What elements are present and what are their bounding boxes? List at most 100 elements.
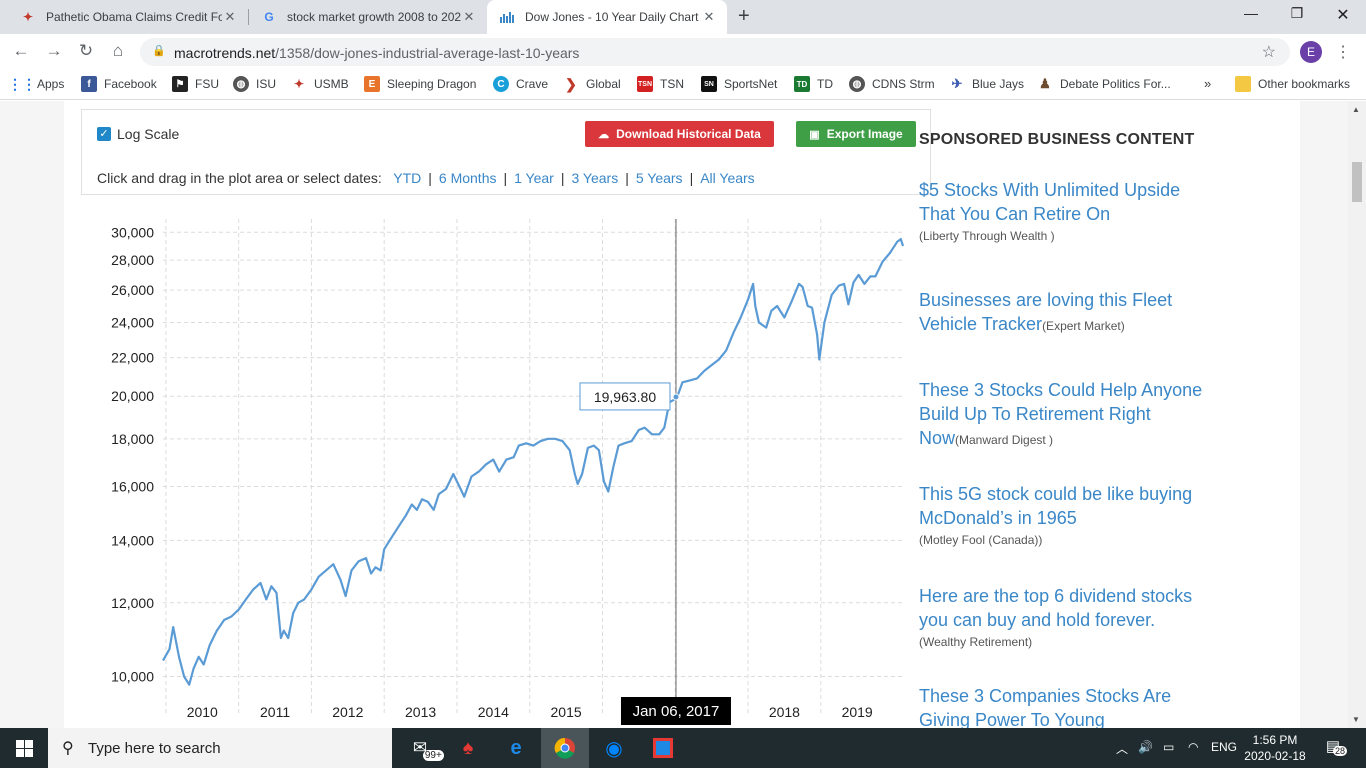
ad-source: (Liberty Through Wealth ) [919,229,1055,243]
restore-icon[interactable]: ❐ [1274,5,1320,22]
x-tick-label: 2019 [842,704,873,720]
sponsored-ad[interactable]: Here are the top 6 dividend stocks you c… [919,584,1204,649]
bookmark-sportsnet[interactable]: SN SportsNet [701,76,777,92]
taskbar-clock[interactable]: 1:56 PM 2020-02-18 [1240,732,1310,764]
bookmark-sleeping-dragon[interactable]: E Sleeping Dragon [364,76,476,92]
bookmark-label: Global [586,77,621,91]
bookmark-tsn[interactable]: TSN TSN [637,76,684,92]
range-1-year-link[interactable]: 1 Year [514,170,554,186]
y-tick-label: 24,000 [111,314,154,330]
dow-jones-series-line[interactable] [162,238,905,686]
range-3-years-link[interactable]: 3 Years [571,170,618,186]
back-icon[interactable]: ← [10,41,32,61]
ad-title[interactable]: Here are the top 6 dividend stocks you c… [919,586,1192,630]
y-tick-label: 14,000 [111,532,154,548]
scroll-up-icon[interactable]: ▲ [1352,105,1360,114]
range-all-years-link[interactable]: All Years [700,170,754,186]
volume-icon[interactable]: 🔊 [1138,740,1153,754]
browser-toolbar: ← → ↻ ⌂ 🔒 macrotrends.net/1358/dow-jones… [0,34,1366,70]
tab-google-search[interactable]: G stock market growth 2008 to 202 ✕ [249,0,487,34]
sponsored-ad[interactable]: These 3 Companies Stocks Are Giving Powe… [919,684,1204,728]
y-tick-label: 26,000 [111,282,154,298]
bookmark-label: Apps [37,77,65,91]
tab-obama[interactable]: ✦ Pathetic Obama Claims Credit Fo ✕ [8,0,248,34]
bookmark-other[interactable]: Other bookmarks [1235,76,1350,92]
export-image-button[interactable]: ▣ Export Image [796,121,916,147]
close-tab-icon[interactable]: ✕ [461,9,477,25]
tsn-icon: TSN [637,76,653,92]
download-historical-data-button[interactable]: ☁ Download Historical Data [585,121,774,147]
tab-dow-jones[interactable]: Dow Jones - 10 Year Daily Chart | ✕ [487,0,727,34]
action-center-icon[interactable]: ▤ 28 [1322,737,1348,759]
bookmark-fsu[interactable]: ⚑ FSU [172,76,219,92]
sponsored-ad[interactable]: $5 Stocks With Unlimited Upside That You… [919,178,1204,243]
sponsored-ad[interactable]: This 5G stock could be like buying McDon… [919,482,1204,547]
tab-title: Pathetic Obama Claims Credit Fo [46,10,222,24]
profile-avatar[interactable]: E [1300,41,1322,63]
photo-app-icon[interactable] [639,728,687,768]
chart-svg[interactable]: 10,000 12,000 14,000 16,000 18,000 20,000 22,0… [81,211,941,728]
ad-title[interactable]: These 3 Companies Stocks Are Giving Powe… [919,686,1171,728]
bookmark-facebook[interactable]: f Facebook [81,76,157,92]
minimize-icon[interactable]: — [1228,5,1274,21]
reload-icon[interactable]: ↻ [75,41,97,61]
bookmark-global[interactable]: ❯ Global [563,76,621,92]
start-button[interactable] [0,728,48,768]
poker-app-icon[interactable]: ♠ [444,728,492,768]
ad-title[interactable]: This 5G stock could be like buying McDon… [919,484,1192,528]
y-tick-label: 18,000 [111,431,154,447]
scroll-down-icon[interactable]: ▼ [1352,715,1360,724]
edge-browser-icon[interactable]: e [492,728,540,768]
sponsored-sidebar: SPONSORED BUSINESS CONTENT $5 Stocks Wit… [919,101,1219,728]
log-scale-checkbox[interactable]: ✓ [97,127,111,141]
messenger-app-icon[interactable]: ◉ [590,728,638,768]
crosshair-point [672,393,680,401]
battery-icon[interactable]: ▭ [1163,740,1174,754]
range-ytd-link[interactable]: YTD [393,170,421,186]
scroll-thumb[interactable] [1352,162,1362,202]
mail-app-icon[interactable]: ✉ 99+ [396,728,444,768]
tab-strip: ✦ Pathetic Obama Claims Credit Fo ✕ G st… [0,0,1366,34]
debate-politics-icon: ♟ [1039,76,1051,91]
bookmark-apps[interactable]: ⋮⋮ Apps [8,76,65,92]
folder-icon [1235,76,1251,92]
new-tab-icon[interactable]: + [738,5,750,28]
browser-menu-icon[interactable]: ⋮ [1335,42,1351,62]
language-indicator[interactable]: ENG [1211,740,1237,754]
windows-logo-icon [15,739,33,757]
taskbar-search[interactable]: ⚲ Type here to search [48,728,392,768]
range-5-years-link[interactable]: 5 Years [636,170,683,186]
address-bar[interactable]: 🔒 macrotrends.net/1358/dow-jones-industr… [140,38,1290,66]
dow-jones-chart[interactable]: 10,000 12,000 14,000 16,000 18,000 20,000 22,0… [81,211,941,728]
tray-chevron-icon[interactable]: ︿ [1116,740,1128,757]
sponsored-ad[interactable]: Businesses are loving this Fleet Vehicle… [919,288,1204,336]
bookmark-cdns-strm[interactable]: ◍ CDNS Strm [849,76,935,92]
forward-icon[interactable]: → [43,41,65,61]
google-favicon-icon: G [264,10,274,24]
chrome-browser-icon[interactable] [541,728,589,768]
bookmark-crave[interactable]: C Crave [493,76,548,92]
global-icon: ❯ [565,75,577,92]
page-scrollbar[interactable]: ▲ ▼ [1348,101,1366,728]
bookmark-star-icon[interactable]: ☆ [1262,42,1276,62]
wifi-icon[interactable]: ◠ [1188,740,1198,754]
home-icon[interactable]: ⌂ [107,41,129,61]
export-label: Export Image [826,127,903,141]
sponsored-ad[interactable]: These 3 Stocks Could Help Anyone Build U… [919,378,1204,450]
bookmark-td[interactable]: TD TD [794,76,833,92]
ad-title[interactable]: $5 Stocks With Unlimited Upside That You… [919,180,1180,224]
range-6-months-link[interactable]: 6 Months [439,170,497,186]
bookmark-blue-jays[interactable]: ✈ Blue Jays [949,76,1024,92]
tab-title: stock market growth 2008 to 202 [287,10,461,24]
bookmark-label: Crave [516,77,549,91]
close-tab-icon[interactable]: ✕ [222,9,238,25]
close-tab-icon[interactable]: ✕ [701,9,717,25]
bookmark-debate-politics[interactable]: ♟ Debate Politics For... [1037,76,1171,92]
log-scale-label[interactable]: Log Scale [117,126,179,142]
url-host: macrotrends.net [174,45,276,61]
bookmark-label: SportsNet [724,77,778,91]
bookmarks-overflow[interactable]: » [1204,76,1211,91]
close-window-icon[interactable]: ✕ [1320,5,1366,25]
bookmark-isu[interactable]: ◍ ISU [233,76,276,92]
bookmark-usmb[interactable]: ✦ USMB [291,76,349,92]
